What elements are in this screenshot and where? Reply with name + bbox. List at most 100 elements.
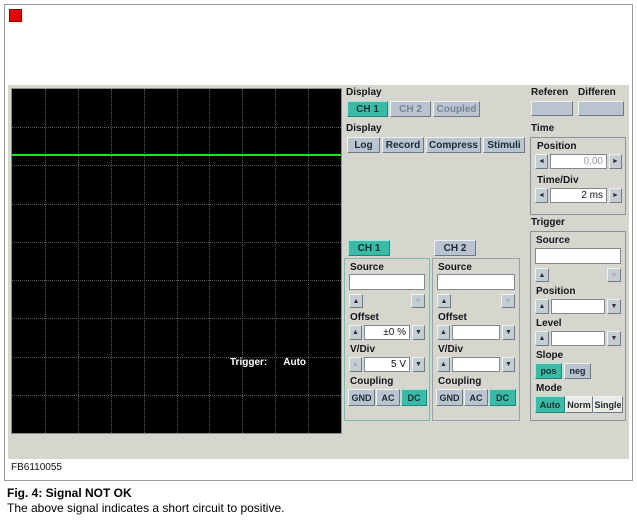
ch1-coupling-dc-button[interactable]: DC <box>401 389 427 406</box>
trigger-position-down-button[interactable]: ▼ <box>607 299 621 314</box>
ch2-source-label: Source <box>438 262 472 273</box>
trigger-level-down-button[interactable]: ▼ <box>607 331 621 346</box>
trigger-status-value: Auto <box>283 357 307 368</box>
ch1-vdiv-up-button[interactable]: ▲ <box>349 357 362 372</box>
up-arrow-icon: ▲ <box>352 361 359 368</box>
trigger-source-up-button[interactable]: ▲ <box>535 268 549 282</box>
time-groupbox: Position ◄ 0,00 ► Time/Div ◄ 2 ms ► <box>530 137 626 215</box>
scope-status: Trigger: Auto <box>230 357 306 368</box>
trigger-slope-label: Slope <box>536 350 564 361</box>
ch2-vdiv-label: V/Div <box>438 344 464 355</box>
display-channels-label: Display <box>346 87 382 98</box>
ch2-source-up-button[interactable]: ▲ <box>437 294 451 308</box>
slope-neg-button[interactable]: neg <box>564 363 591 379</box>
compress-button[interactable]: Compress <box>426 137 481 153</box>
time-position-label: Position <box>537 141 577 152</box>
up-arrow-icon: ▲ <box>440 361 447 368</box>
reference-button[interactable] <box>531 101 573 116</box>
time-position-decrement-button[interactable]: ◄ <box>535 154 548 169</box>
trigger-source-label: Source <box>536 235 570 246</box>
display-coupled-button[interactable]: Coupled <box>433 101 480 117</box>
tab-ch1[interactable]: CH 1 <box>348 240 390 256</box>
trigger-position-field[interactable] <box>551 299 605 314</box>
differential-button[interactable] <box>578 101 624 116</box>
red-marker <box>9 9 22 22</box>
ch2-source-dropdown-button[interactable]: ▼ <box>501 294 515 308</box>
time-position-field[interactable]: 0,00 <box>550 154 607 169</box>
ch2-vdiv-up-button[interactable]: ▲ <box>437 357 450 372</box>
ch2-coupling-ac-button[interactable]: AC <box>464 389 488 406</box>
mode-norm-button[interactable]: Norm <box>565 396 593 413</box>
up-arrow-icon: ▲ <box>440 329 447 336</box>
down-arrow-icon: ▼ <box>415 329 422 336</box>
ch2-coupling-label: Coupling <box>438 376 482 387</box>
timediv-increment-button[interactable]: ► <box>609 188 622 203</box>
ch2-panel: Source ▲ ▼ Offset ▲ ▼ V/Div ▲ ▼ Coupling… <box>432 258 520 421</box>
up-arrow-icon: ▲ <box>538 335 546 342</box>
slope-pos-button[interactable]: pos <box>535 363 562 379</box>
ch1-vdiv-field[interactable]: 5 V <box>364 357 410 372</box>
ch1-source-input[interactable] <box>349 274 425 290</box>
trigger-level-up-button[interactable]: ▲ <box>535 331 549 346</box>
mode-auto-button[interactable]: Auto <box>535 396 565 413</box>
caption-text: The above signal indicates a short circu… <box>7 501 285 515</box>
up-arrow-icon: ▲ <box>352 329 359 336</box>
ch1-vdiv-label: V/Div <box>350 344 376 355</box>
trigger-label: Trigger <box>531 217 565 228</box>
tab-ch2[interactable]: CH 2 <box>434 240 476 256</box>
ch2-source-input[interactable] <box>437 274 515 290</box>
trigger-position-label: Position <box>536 286 576 297</box>
ch2-coupling-dc-button[interactable]: DC <box>489 389 516 406</box>
ch1-offset-up-button[interactable]: ▲ <box>349 325 362 340</box>
up-arrow-icon: ▲ <box>440 297 448 305</box>
log-button[interactable]: Log <box>347 137 380 153</box>
ch2-offset-up-button[interactable]: ▲ <box>437 325 450 340</box>
ch2-offset-label: Offset <box>438 312 467 323</box>
timediv-label: Time/Div <box>537 175 579 186</box>
trigger-source-dropdown-button[interactable]: ▼ <box>607 268 621 282</box>
ch2-vdiv-down-button[interactable]: ▼ <box>502 357 515 372</box>
timediv-field[interactable]: 2 ms <box>550 188 607 203</box>
ch2-offset-down-button[interactable]: ▼ <box>502 325 515 340</box>
display-ch2-button[interactable]: CH 2 <box>390 101 431 117</box>
up-arrow-icon: ▲ <box>538 303 546 310</box>
ch1-offset-label: Offset <box>350 312 379 323</box>
ch1-source-label: Source <box>350 262 384 273</box>
ch1-panel: Source ▲ ▼ Offset ▲ ±0 % ▼ V/Div ▲ 5 V ▼… <box>344 258 430 421</box>
left-arrow-icon: ◄ <box>538 192 545 199</box>
ch1-offset-field[interactable]: ±0 % <box>364 325 410 340</box>
stimuli-button[interactable]: Stimuli <box>483 137 525 153</box>
trigger-source-input[interactable] <box>535 248 621 264</box>
ch1-coupling-ac-button[interactable]: AC <box>376 389 400 406</box>
ch2-vdiv-field[interactable] <box>452 357 500 372</box>
down-arrow-icon: ▼ <box>504 297 512 305</box>
ch1-coupling-gnd-button[interactable]: GND <box>348 389 375 406</box>
trigger-status-label: Trigger: <box>230 357 268 368</box>
down-arrow-icon: ▼ <box>610 271 618 279</box>
ch1-source-up-button[interactable]: ▲ <box>349 294 363 308</box>
ch1-coupling-label: Coupling <box>350 376 394 387</box>
down-arrow-icon: ▼ <box>415 361 422 368</box>
oscilloscope-panel: Trigger: Auto Display CH 1 CH 2 Coupled … <box>8 85 629 459</box>
right-arrow-icon: ► <box>612 192 619 199</box>
down-arrow-icon: ▼ <box>414 297 422 305</box>
ch1-offset-down-button[interactable]: ▼ <box>412 325 425 340</box>
trigger-position-up-button[interactable]: ▲ <box>535 299 549 314</box>
trigger-level-label: Level <box>536 318 562 329</box>
record-button[interactable]: Record <box>382 137 424 153</box>
ch1-vdiv-down-button[interactable]: ▼ <box>412 357 425 372</box>
display-ch1-button[interactable]: CH 1 <box>347 101 388 117</box>
ch2-coupling-gnd-button[interactable]: GND <box>436 389 463 406</box>
down-arrow-icon: ▼ <box>610 303 618 310</box>
display-modes-label: Display <box>346 123 382 134</box>
figure-frame: Trigger: Auto Display CH 1 CH 2 Coupled … <box>4 4 633 481</box>
ch2-offset-field[interactable] <box>452 325 500 340</box>
timediv-decrement-button[interactable]: ◄ <box>535 188 548 203</box>
time-position-increment-button[interactable]: ► <box>609 154 622 169</box>
trigger-level-field[interactable] <box>551 331 605 346</box>
ch1-source-dropdown-button[interactable]: ▼ <box>411 294 425 308</box>
down-arrow-icon: ▼ <box>505 329 512 336</box>
caption-title: Fig. 4: Signal NOT OK <box>7 486 132 500</box>
trigger-groupbox: Source ▲ ▼ Position ▲ ▼ Level ▲ ▼ Slope … <box>530 231 626 421</box>
mode-single-button[interactable]: Single <box>593 396 623 413</box>
